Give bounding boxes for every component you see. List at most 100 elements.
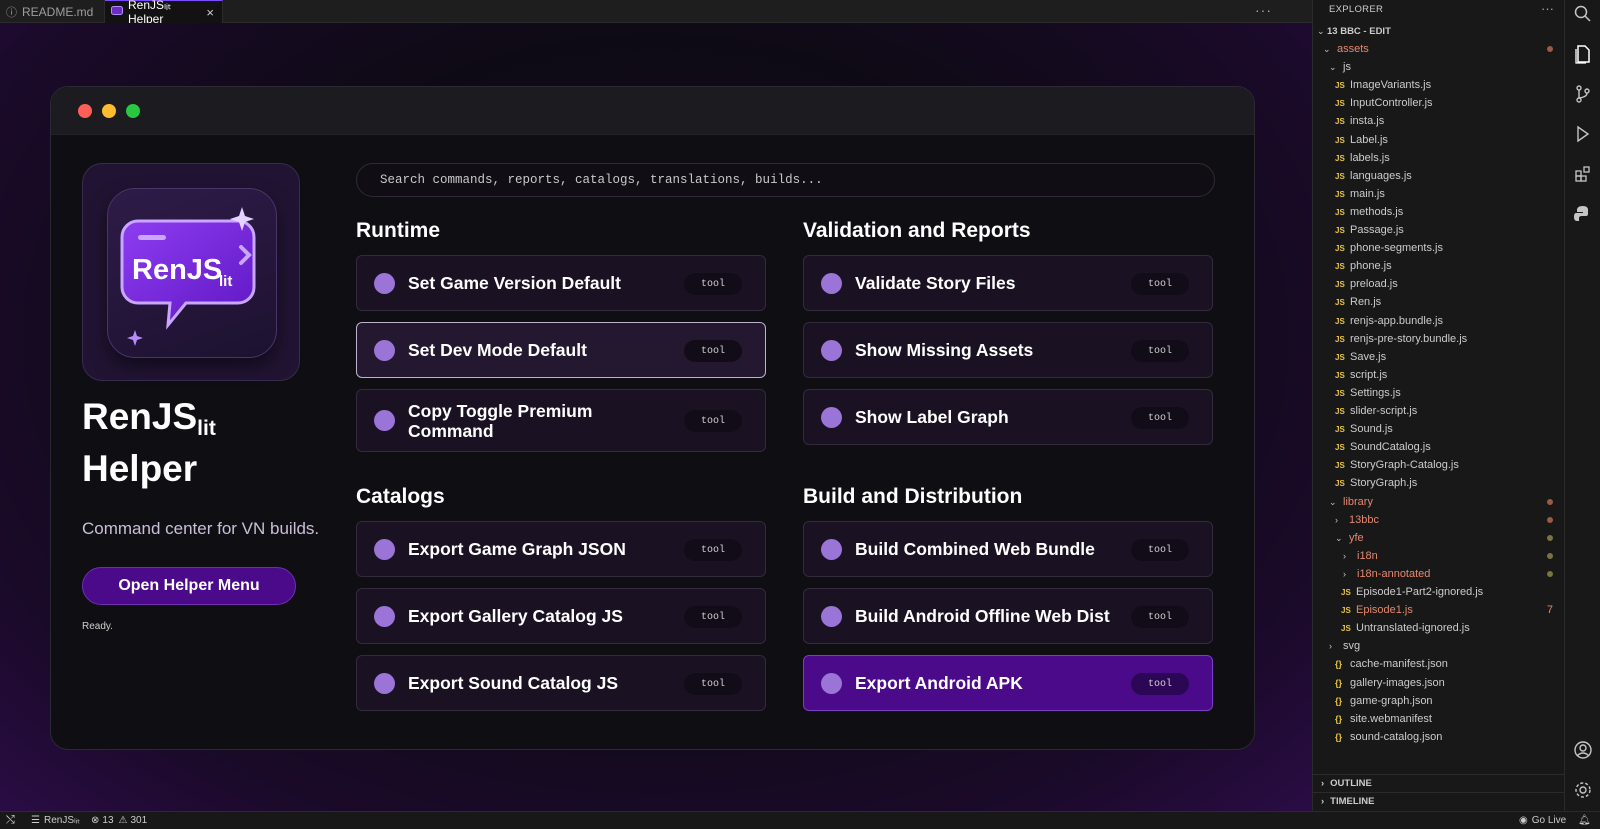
search-icon[interactable] (1573, 4, 1593, 24)
bell-icon[interactable]: 🔔︎ (1578, 815, 1591, 826)
tree-folder[interactable]: › i18n-annotated (1313, 565, 1565, 583)
tree-file[interactable]: JS Settings.js (1313, 384, 1565, 402)
tree-item-label: Save.js (1350, 351, 1387, 363)
explorer-icon[interactable] (1573, 44, 1593, 64)
tree-file[interactable]: JS languages.js (1313, 167, 1565, 185)
tree-file[interactable]: {} site.webmanifest (1313, 710, 1565, 728)
explorer-root[interactable]: ⌄ 13 BBC - EDIT (1313, 22, 1565, 40)
tab-renjs-helper[interactable]: RenJSₗᵢₜ Helper × (105, 0, 223, 26)
command-validate-story-files[interactable]: Validate Story Files tool (803, 255, 1213, 311)
tree-file[interactable]: JS Sound.js (1313, 420, 1565, 438)
git-status-dot (1547, 46, 1553, 52)
json-file-icon: {} (1335, 732, 1343, 742)
git-status-dot (1547, 553, 1553, 559)
source-control-icon[interactable] (1573, 84, 1593, 104)
maximize-window-dot[interactable] (126, 104, 140, 118)
json-file-icon: {} (1335, 659, 1343, 669)
search-input[interactable]: Search commands, reports, catalogs, tran… (356, 163, 1215, 197)
tree-file[interactable]: JS Episode1.js 7 (1313, 601, 1565, 619)
command-label: Show Label Graph (855, 407, 1009, 427)
command-bullet-icon (374, 606, 395, 627)
tree-file[interactable]: JS phone.js (1313, 257, 1565, 275)
tree-file[interactable]: {} sound-catalog.json (1313, 728, 1565, 746)
tool-badge: tool (684, 539, 742, 561)
command-label: Set Dev Mode Default (408, 340, 587, 360)
tree-item-label: Sound.js (1350, 423, 1393, 435)
tree-file[interactable]: JS ImageVariants.js (1313, 76, 1565, 94)
command-build-combined-web-bundle[interactable]: Build Combined Web Bundle tool (803, 521, 1213, 577)
tree-file[interactable]: JS labels.js (1313, 149, 1565, 167)
command-export-android-apk[interactable]: Export Android APK tool (803, 655, 1213, 711)
logo-tile: RenJS lit (107, 188, 277, 358)
command-export-gallery-catalog-js[interactable]: Export Gallery Catalog JS tool (356, 588, 766, 644)
tree-file[interactable]: {} game-graph.json (1313, 692, 1565, 710)
tree-folder[interactable]: › 13bbc (1313, 511, 1565, 529)
close-window-dot[interactable] (78, 104, 92, 118)
tree-folder[interactable]: ⌄ assets (1313, 40, 1565, 58)
tree-file[interactable]: JS script.js (1313, 366, 1565, 384)
go-live-button[interactable]: ◉ Go Live (1519, 815, 1566, 826)
tree-file[interactable]: JS slider-script.js (1313, 402, 1565, 420)
minimize-window-dot[interactable] (102, 104, 116, 118)
tree-folder[interactable]: › i18n (1313, 547, 1565, 565)
command-export-sound-catalog-js[interactable]: Export Sound Catalog JS tool (356, 655, 766, 711)
tree-folder[interactable]: ⌄ js (1313, 58, 1565, 76)
python-icon[interactable] (1573, 204, 1593, 224)
command-bullet-icon (374, 340, 395, 361)
chevron-right-icon: › (1321, 778, 1325, 789)
webview-background: RenJS lit RenJSlit Helper Command center… (0, 23, 1312, 811)
command-build-android-offline-web-dist[interactable]: Build Android Offline Web Dist tool (803, 588, 1213, 644)
tree-file[interactable]: JS Label.js (1313, 131, 1565, 149)
tree-folder[interactable]: ⌄ library (1313, 493, 1565, 511)
tree-item-label: methods.js (1350, 206, 1404, 218)
tree-file[interactable]: JS Ren.js (1313, 293, 1565, 311)
run-debug-icon[interactable] (1573, 124, 1593, 144)
js-file-icon: JS (1335, 406, 1345, 416)
svg-text:lit: lit (219, 273, 232, 290)
command-label: Set Game Version Default (408, 273, 621, 293)
command-set-dev-mode-default[interactable]: Set Dev Mode Default tool (356, 322, 766, 378)
timeline-section[interactable]: › TIMELINE (1313, 792, 1565, 810)
more-actions-icon[interactable]: ··· (1255, 2, 1272, 18)
tree-file[interactable]: JS preload.js (1313, 275, 1565, 293)
tree-file[interactable]: JS methods.js (1313, 203, 1565, 221)
command-show-label-graph[interactable]: Show Label Graph tool (803, 389, 1213, 445)
gear-icon[interactable] (1573, 780, 1593, 800)
tree-file[interactable]: JS Untranslated-ignored.js (1313, 619, 1565, 637)
tool-badge: tool (1131, 539, 1189, 561)
tree-file[interactable]: JS StoryGraph-Catalog.js (1313, 456, 1565, 474)
tree-file[interactable]: {} cache-manifest.json (1313, 655, 1565, 673)
command-copy-toggle-premium[interactable]: Copy Toggle Premium Command tool (356, 389, 766, 452)
tree-folder[interactable]: ⌄ yfe (1313, 529, 1565, 547)
project-indicator[interactable]: ☰ RenJSₗᵢₜ (31, 815, 80, 826)
tree-folder[interactable]: › svg (1313, 637, 1565, 655)
tree-file[interactable]: JS insta.js (1313, 112, 1565, 130)
tree-file[interactable]: JS phone-segments.js (1313, 239, 1565, 257)
tab-readme[interactable]: ⓘ README.md (0, 0, 105, 23)
tree-item-label: Label.js (1350, 134, 1388, 146)
explorer-more-icon[interactable]: ··· (1541, 1, 1554, 16)
tree-file[interactable]: {} gallery-images.json (1313, 674, 1565, 692)
error-icon: ⊗ (91, 815, 100, 826)
command-bullet-icon (821, 539, 842, 560)
tree-file[interactable]: JS InputController.js (1313, 94, 1565, 112)
command-show-missing-assets[interactable]: Show Missing Assets tool (803, 322, 1213, 378)
tree-file[interactable]: JS Episode1-Part2-ignored.js (1313, 583, 1565, 601)
remote-icon[interactable]: ⤭ (6, 814, 15, 827)
extensions-icon[interactable] (1573, 164, 1593, 184)
close-icon[interactable]: × (206, 5, 214, 20)
tagline: Command center for VN builds. (82, 519, 320, 538)
command-export-game-graph-json[interactable]: Export Game Graph JSON tool (356, 521, 766, 577)
tree-file[interactable]: JS SoundCatalog.js (1313, 438, 1565, 456)
problems-indicator[interactable]: ⊗ 13 ⚠ 301 (91, 815, 147, 826)
tree-file[interactable]: JS StoryGraph.js (1313, 474, 1565, 492)
command-set-game-version-default[interactable]: Set Game Version Default tool (356, 255, 766, 311)
tree-file[interactable]: JS Save.js (1313, 348, 1565, 366)
account-icon[interactable] (1573, 740, 1593, 760)
outline-section[interactable]: › OUTLINE (1313, 774, 1565, 792)
tree-file[interactable]: JS renjs-app.bundle.js (1313, 312, 1565, 330)
tree-file[interactable]: JS renjs-pre-story.bundle.js (1313, 330, 1565, 348)
tree-file[interactable]: JS Passage.js (1313, 221, 1565, 239)
open-helper-menu-button[interactable]: Open Helper Menu (82, 567, 296, 605)
tree-file[interactable]: JS main.js (1313, 185, 1565, 203)
